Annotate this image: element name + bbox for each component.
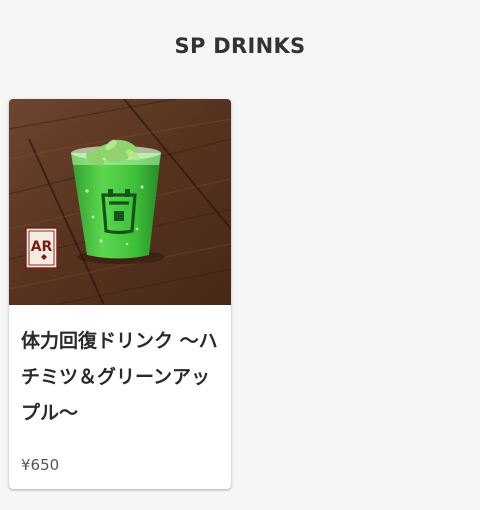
product-image: AR	[9, 99, 231, 305]
product-price: ¥650	[21, 456, 60, 474]
product-card[interactable]: AR 体力回復ドリンク 〜ハチミツ＆グリーンアップル〜 ¥650	[9, 99, 231, 489]
product-info: 体力回復ドリンク 〜ハチミツ＆グリーンアップル〜	[21, 323, 225, 431]
ar-badge-text: AR	[31, 239, 53, 255]
product-name[interactable]: 体力回復ドリンク 〜ハチミツ＆グリーンアップル〜	[21, 323, 225, 431]
page: SP DRINKS AR 体力回復ドリンク 〜ハチミツ＆グリーンアップル〜 ¥6…	[0, 0, 480, 510]
section-title: SP DRINKS	[174, 34, 306, 58]
